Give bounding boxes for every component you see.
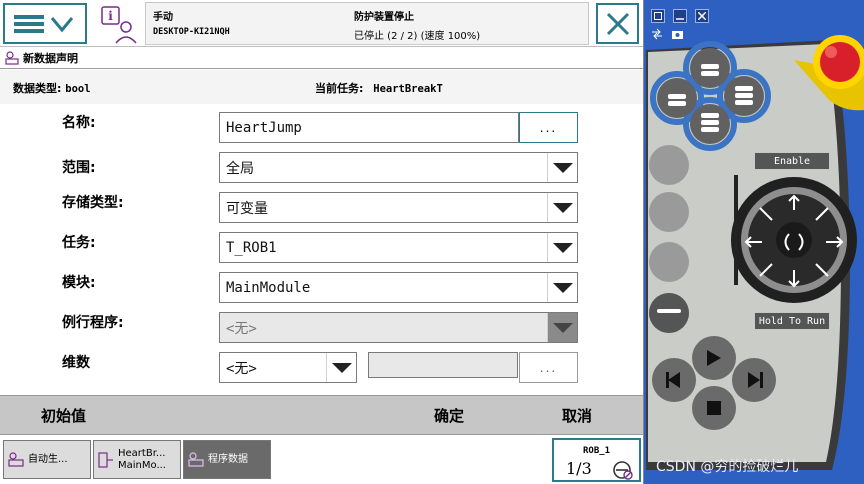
app-root: i 手动 DESKTOP-KI21NQH 防护装置停止 已停止 (2 / 2) …	[0, 0, 864, 484]
module-label: 模块:	[62, 275, 96, 291]
chevron-down-icon	[547, 313, 577, 342]
scope-dropdown[interactable]: 全局	[219, 152, 578, 183]
speed-no-entry-icon	[613, 461, 633, 480]
svg-text:i: i	[108, 9, 113, 23]
dimension-size-field	[368, 352, 518, 378]
menu-icon	[14, 14, 74, 33]
current-task-value: HeartBreakT	[373, 83, 443, 95]
dimension-value: <无>	[226, 360, 257, 377]
current-task-caption: 当前任务:	[315, 82, 364, 95]
close-button[interactable]	[596, 3, 639, 44]
task-auto-generate-label: 自动生...	[28, 453, 68, 465]
program-data-icon	[188, 451, 204, 467]
task-dropdown[interactable]: T_ROB1	[219, 232, 578, 263]
close-icon	[606, 12, 629, 35]
window-title-bar: 新数据声明	[0, 47, 643, 69]
routine-dropdown: <无>	[219, 312, 578, 343]
dimension-label: 维数	[62, 355, 90, 371]
hold-to-run-label[interactable]: Hold To Run	[754, 312, 830, 330]
current-task-label: 当前任务: HeartBreakT	[315, 80, 443, 96]
window-title: 新数据声明	[23, 51, 78, 65]
mode-text: 手动	[153, 12, 173, 23]
virtual-flexpendant: Enable Hold To Run CSDN @穷的捡破烂儿	[644, 0, 864, 484]
dimension-edit-button: ...	[519, 352, 578, 383]
storage-type-dropdown[interactable]: 可变量	[219, 192, 578, 223]
host-text: DESKTOP-KI21NQH	[153, 27, 230, 37]
data-type-label: 数据类型: bool	[13, 80, 91, 96]
task-heartbreak-module[interactable]: HeartBr... MainMo...	[93, 440, 181, 479]
module-dropdown[interactable]: MainModule	[219, 272, 578, 303]
top-bar: i 手动 DESKTOP-KI21NQH 防护装置停止 已停止 (2 / 2) …	[0, 0, 643, 47]
pendant-key-glyphs	[657, 64, 844, 415]
name-edit-button[interactable]: ...	[519, 112, 578, 143]
name-value: HeartJump	[226, 119, 302, 136]
cancel-button[interactable]: 取消	[562, 405, 592, 426]
enable-label[interactable]: Enable	[754, 152, 830, 170]
task-label: 任务:	[62, 235, 96, 251]
ok-button[interactable]: 确定	[434, 405, 464, 426]
program-editor-icon	[98, 451, 113, 468]
scope-label: 范围:	[62, 160, 96, 176]
storage-type-value: 可变量	[226, 200, 268, 217]
chevron-down-icon	[547, 193, 577, 222]
quickset-button[interactable]: ROB_1 1/3	[552, 438, 641, 482]
task-program-data-label: 程序数据	[208, 453, 248, 465]
chevron-down-icon	[547, 153, 577, 182]
name-field[interactable]: HeartJump	[219, 112, 519, 143]
initial-value-button[interactable]: 初始值	[41, 405, 86, 426]
task-heartbreak-line1: HeartBr...	[118, 447, 166, 459]
task-auto-generate[interactable]: 自动生...	[3, 440, 91, 479]
flexpendant-screen: i 手动 DESKTOP-KI21NQH 防护装置停止 已停止 (2 / 2) …	[0, 0, 644, 484]
run-status-text: 已停止 (2 / 2) (速度 100%)	[354, 31, 481, 42]
data-type-value: bool	[65, 83, 91, 95]
task-heartbreak-label: HeartBr... MainMo...	[118, 448, 166, 472]
chevron-down-icon	[547, 273, 577, 302]
module-value: MainModule	[226, 279, 311, 296]
scope-value: 全局	[226, 160, 254, 177]
routine-label: 例行程序:	[62, 315, 124, 331]
data-declaration-icon	[5, 50, 19, 65]
chevron-down-icon	[547, 233, 577, 262]
name-label: 名称:	[62, 115, 96, 131]
storage-type-label: 存储类型:	[62, 195, 124, 211]
robot-unit-label: ROB_1	[583, 446, 611, 456]
taskbar: 自动生... HeartBr... MainMo... 程序数据 ROB_1 1…	[0, 434, 643, 484]
program-icon	[8, 451, 24, 467]
chevron-down-icon	[326, 353, 356, 382]
task-program-data[interactable]: 程序数据	[183, 440, 271, 479]
command-bar: 初始值 确定 取消	[0, 395, 643, 434]
task-heartbreak-line2: MainMo...	[118, 459, 166, 471]
run-mode-fraction: 1/3	[566, 459, 592, 478]
dimension-dropdown[interactable]: <无>	[219, 352, 357, 383]
main-menu-button[interactable]	[3, 3, 87, 44]
status-panel[interactable]: 手动 DESKTOP-KI21NQH 防护装置停止 已停止 (2 / 2) (速…	[145, 2, 589, 45]
task-value: T_ROB1	[226, 239, 277, 256]
safety-status-text: 防护装置停止	[354, 12, 414, 23]
operator-info-icon[interactable]: i	[99, 5, 139, 45]
routine-value: <无>	[226, 320, 257, 337]
watermark-text: CSDN @穷的捡破烂儿	[656, 459, 799, 475]
info-bar: 数据类型: bool 当前任务: HeartBreakT	[0, 70, 643, 104]
data-type-caption: 数据类型:	[13, 82, 62, 95]
